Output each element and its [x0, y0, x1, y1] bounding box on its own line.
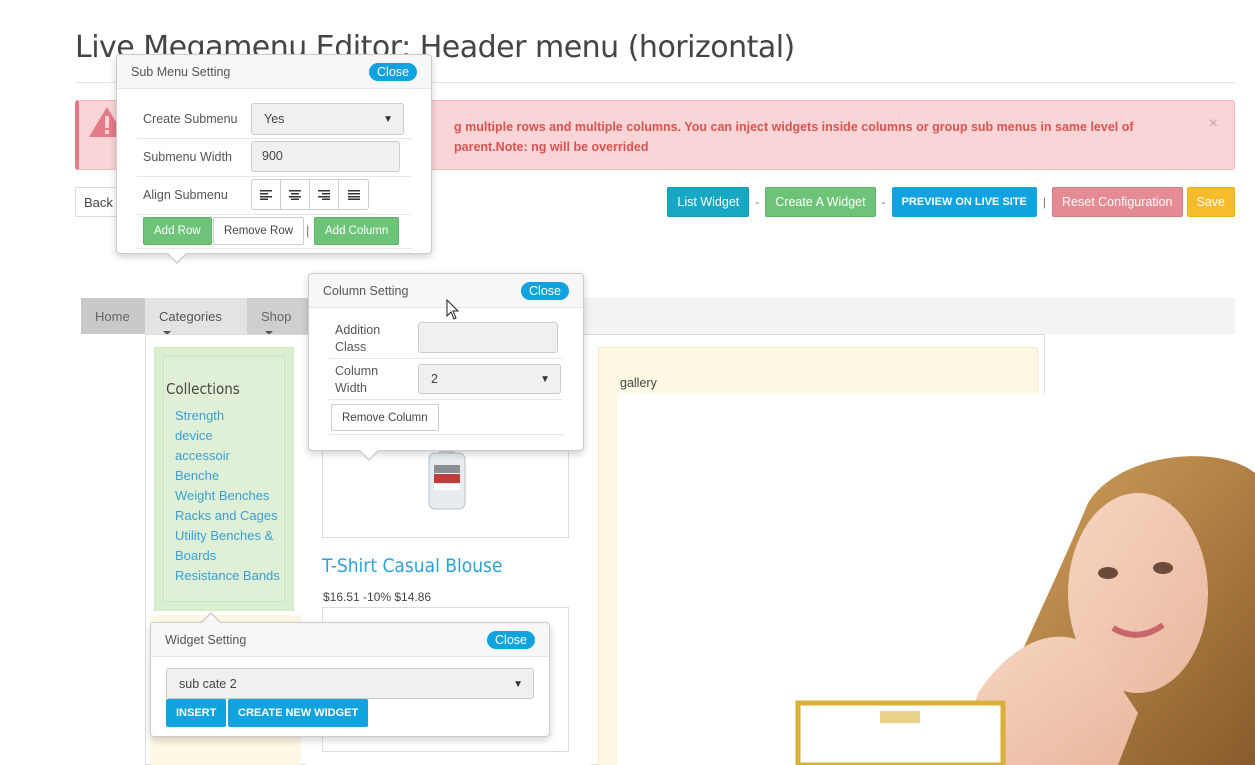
reset-configuration-button[interactable]: Reset Configuration — [1052, 187, 1183, 217]
action-toolbar: List Widget - Create A Widget - PREVIEW … — [667, 187, 1235, 217]
insert-button[interactable]: INSERT — [166, 699, 227, 727]
label-line: Column — [335, 364, 379, 378]
toolbar-separator: | — [1042, 195, 1047, 209]
popover-arrow — [359, 450, 379, 461]
create-submenu-select[interactable]: Yes ▼ — [251, 103, 404, 135]
collection-link[interactable]: device — [175, 426, 290, 446]
gallery-image — [618, 393, 1255, 765]
nav-item-home[interactable]: Home — [81, 298, 145, 334]
close-button[interactable]: Close — [487, 631, 535, 649]
addition-class-row: Addition Class — [329, 318, 563, 359]
toolbar-separator: - — [755, 195, 760, 209]
column-width-label: Column Width — [335, 363, 378, 397]
collection-link[interactable]: Weight Benches — [175, 486, 290, 506]
collection-link[interactable]: Racks and Cages — [175, 506, 290, 526]
addition-class-label: Addition Class — [335, 322, 380, 356]
popover-header: Widget Setting Close — [151, 623, 549, 657]
select-value: sub cate 2 — [179, 677, 237, 691]
popover-arrow — [167, 253, 187, 264]
collection-link[interactable]: Benche — [175, 466, 290, 486]
collection-link[interactable]: Utility Benches & — [175, 526, 290, 546]
select-value: 2 — [431, 372, 438, 386]
collections-title: Collections — [166, 380, 240, 398]
popover-title: Column Setting — [323, 284, 409, 298]
popover-title: Widget Setting — [165, 633, 247, 647]
create-submenu-label: Create Submenu — [143, 112, 238, 126]
create-new-widget-button[interactable]: CREATE NEW WIDGET — [228, 699, 369, 727]
add-row-button[interactable]: Add Row — [143, 217, 212, 245]
popover-title: Sub Menu Setting — [131, 65, 231, 79]
align-submenu-label: Align Submenu — [143, 188, 228, 202]
label-line: Addition — [335, 323, 381, 337]
nav-item-label: Shop — [261, 309, 292, 324]
product-price: $16.51 -10% $14.86 — [323, 590, 432, 604]
align-justify-icon[interactable] — [339, 180, 368, 209]
collections-list: Strength device accessoir Benche Weight … — [175, 406, 290, 586]
collection-link[interactable]: Strength — [175, 406, 290, 426]
submenu-width-input[interactable]: 900 — [251, 141, 400, 172]
collection-link[interactable]: Boards — [175, 546, 290, 566]
select-arrow-icon: ▼ — [513, 679, 523, 690]
row-actions: Add Row Remove Row | Add Column — [137, 215, 411, 249]
alert-close-icon[interactable]: × — [1209, 115, 1218, 133]
widget-select[interactable]: sub cate 2 ▼ — [166, 668, 534, 699]
close-button[interactable]: Close — [369, 63, 417, 81]
align-submenu-row: Align Submenu — [137, 177, 411, 215]
align-button-group — [251, 179, 369, 210]
save-button[interactable]: Save — [1186, 187, 1235, 217]
close-button[interactable]: Close — [521, 282, 569, 300]
preview-live-site-button[interactable]: PREVIEW ON LIVE SITE — [891, 187, 1037, 217]
nav-item-shop[interactable]: Shop — [247, 298, 309, 335]
label-line: Width — [335, 381, 367, 395]
remove-column-row: Remove Column — [329, 400, 563, 435]
select-value: Yes — [264, 112, 285, 126]
alert-message: g multiple rows and multiple columns. Yo… — [454, 120, 1134, 154]
widget-setting-popover: Widget Setting Close sub cate 2 ▼ INSERT… — [150, 612, 550, 737]
align-center-icon[interactable] — [281, 180, 310, 209]
popover-arrow — [201, 612, 221, 623]
add-column-button[interactable]: Add Column — [314, 217, 400, 245]
perfume-bottle-image — [428, 443, 466, 510]
button-separator: | — [306, 223, 310, 238]
nav-item-label: Home — [95, 309, 130, 324]
label-line: Class — [335, 340, 367, 354]
megamenu-editor-page: Live Megamenu Editor: Header menu (horiz… — [0, 0, 1255, 765]
mouse-cursor-icon — [446, 299, 460, 320]
align-left-icon[interactable] — [252, 180, 281, 209]
woman-portrait-image — [795, 456, 1255, 765]
toolbar-separator: - — [881, 195, 886, 209]
collection-link[interactable]: accessoir — [175, 446, 290, 466]
list-widget-button[interactable]: List Widget — [667, 187, 750, 217]
create-widget-button[interactable]: Create A Widget — [765, 187, 876, 217]
remove-column-button[interactable]: Remove Column — [331, 404, 439, 431]
select-arrow-icon: ▼ — [383, 114, 393, 125]
column-width-select[interactable]: 2 ▼ — [418, 364, 561, 394]
product-name-link[interactable]: T-Shirt Casual Blouse — [322, 555, 502, 577]
align-right-icon[interactable] — [310, 180, 339, 209]
header-menu-bar: Home Categories Shop — [81, 298, 1235, 335]
popover-header: Sub Menu Setting Close — [117, 55, 431, 89]
select-arrow-icon: ▼ — [540, 374, 550, 385]
nav-item-categories[interactable]: Categories — [145, 298, 247, 335]
column-width-row: Column Width 2 ▼ — [329, 359, 563, 400]
submenu-width-row: Submenu Width 900 — [137, 139, 411, 177]
remove-row-button[interactable]: Remove Row — [213, 217, 305, 245]
gallery-label: gallery — [620, 376, 657, 390]
submenu-setting-popover: Sub Menu Setting Close Create Submenu Ye… — [116, 54, 432, 264]
create-submenu-row: Create Submenu Yes ▼ — [137, 101, 411, 139]
addition-class-input[interactable] — [418, 322, 558, 353]
collection-link[interactable]: Resistance Bands — [175, 566, 290, 586]
submenu-width-label: Submenu Width — [143, 150, 232, 164]
nav-item-label: Categories — [159, 309, 222, 324]
